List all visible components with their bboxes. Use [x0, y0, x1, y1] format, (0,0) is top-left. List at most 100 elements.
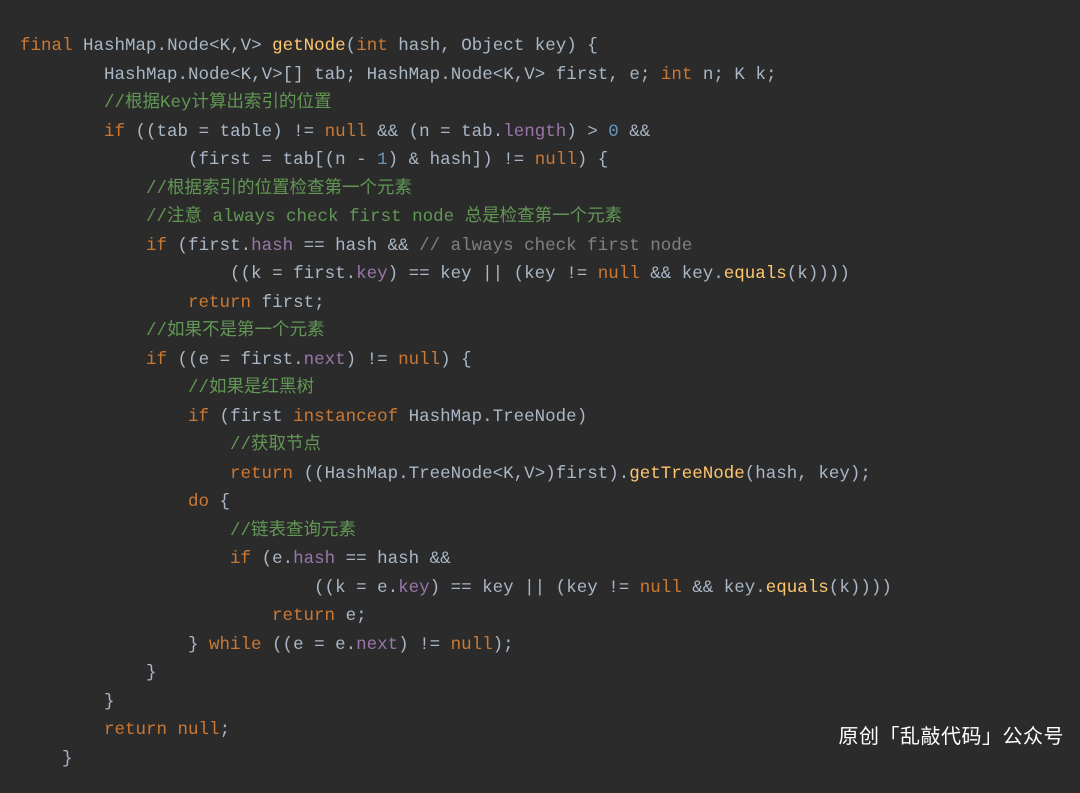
code-token: )))) [808, 264, 850, 284]
code-token: ) { [577, 150, 609, 170]
code-token [283, 407, 294, 427]
code-token [20, 378, 188, 398]
code-token: = [262, 264, 294, 284]
code-token: instanceof [293, 407, 398, 427]
code-token: return [104, 720, 167, 740]
code-token: e [346, 606, 357, 626]
code-token: first [293, 264, 346, 284]
code-token: > [251, 36, 272, 56]
code-token: || ( [472, 264, 525, 284]
code-token: e [272, 549, 283, 569]
code-token: key [440, 264, 472, 284]
code-token: , [514, 65, 525, 85]
code-token: tab [283, 150, 315, 170]
code-token: K [503, 464, 514, 484]
code-token: k [839, 578, 850, 598]
code-token: - [346, 150, 378, 170]
code-token: != [598, 578, 640, 598]
code-token: e [293, 635, 304, 655]
code-token: . [157, 36, 168, 56]
code-token: first [199, 150, 252, 170]
code-token: HashMap [409, 407, 483, 427]
code-token: first [262, 293, 315, 313]
code-token: k [251, 264, 262, 284]
code-token: ); [850, 464, 871, 484]
code-token: first [188, 236, 241, 256]
code-token: TreeNode [409, 464, 493, 484]
code-token: HashMap [104, 65, 178, 85]
code-token: ( [209, 407, 230, 427]
code-token: null [535, 150, 577, 170]
code-token: ) != [346, 350, 399, 370]
code-token: n [703, 65, 714, 85]
code-token: == [293, 236, 335, 256]
code-token: ; [314, 293, 325, 313]
code-token: ) == [388, 264, 441, 284]
code-token: n [419, 122, 430, 142]
code-token [20, 606, 272, 626]
code-token [73, 36, 84, 56]
code-token [20, 350, 146, 370]
code-token: < [230, 65, 241, 85]
code-token: //如果是红黑树 [188, 378, 314, 398]
code-token: ). [608, 464, 629, 484]
code-token: . [178, 65, 189, 85]
code-token: hash [430, 150, 472, 170]
code-token: ; [713, 65, 734, 85]
code-token: null [598, 264, 640, 284]
code-token: [( [314, 150, 335, 170]
code-token: //根据Key计算出索引的位置 [104, 93, 332, 113]
code-token: k [335, 578, 346, 598]
code-token: } [20, 635, 209, 655]
code-token: . [440, 65, 451, 85]
code-token: < [493, 464, 504, 484]
code-token: k [755, 65, 766, 85]
code-token [20, 435, 230, 455]
code-token: tab [314, 65, 346, 85]
code-token: while [209, 635, 262, 655]
code-token [167, 720, 178, 740]
code-token [20, 720, 104, 740]
code-token: n [335, 150, 346, 170]
code-token: e [377, 578, 388, 598]
code-token: return [188, 293, 251, 313]
code-token: next [304, 350, 346, 370]
code-token: && ( [367, 122, 420, 142]
code-token: ; [346, 65, 367, 85]
code-token: (( [167, 350, 199, 370]
code-token: ( [829, 578, 840, 598]
code-token: (( [20, 264, 251, 284]
code-token: e [629, 65, 640, 85]
code-token: } [20, 663, 157, 683]
code-token: V [262, 65, 273, 85]
code-token: key [356, 264, 388, 284]
code-token: table [220, 122, 273, 142]
code-token: ; [766, 65, 777, 85]
code-token: getNode [272, 36, 346, 56]
code-token: && [682, 578, 724, 598]
code-token: if [188, 407, 209, 427]
code-token: 1 [377, 150, 388, 170]
code-token: ]) != [472, 150, 535, 170]
code-token: = [304, 635, 336, 655]
code-token: ) > [566, 122, 608, 142]
code-token: ; [640, 65, 661, 85]
code-token: V [241, 36, 252, 56]
code-token [745, 65, 756, 85]
code-token: e [335, 635, 346, 655]
code-token: HashMap [83, 36, 157, 56]
code-token: == [335, 549, 377, 569]
code-token: key [724, 578, 756, 598]
code-token [20, 122, 104, 142]
code-token: key [535, 36, 567, 56]
code-token: ; [356, 606, 367, 626]
code-token: first [556, 65, 609, 85]
code-token: , [440, 36, 461, 56]
code-token: . [755, 578, 766, 598]
code-token: = [251, 150, 283, 170]
code-token [692, 65, 703, 85]
code-token: int [356, 36, 388, 56]
code-token: ); [493, 635, 514, 655]
code-block: final HashMap.Node<K,V> getNode(int hash… [0, 0, 1080, 793]
code-token: ( [251, 549, 272, 569]
